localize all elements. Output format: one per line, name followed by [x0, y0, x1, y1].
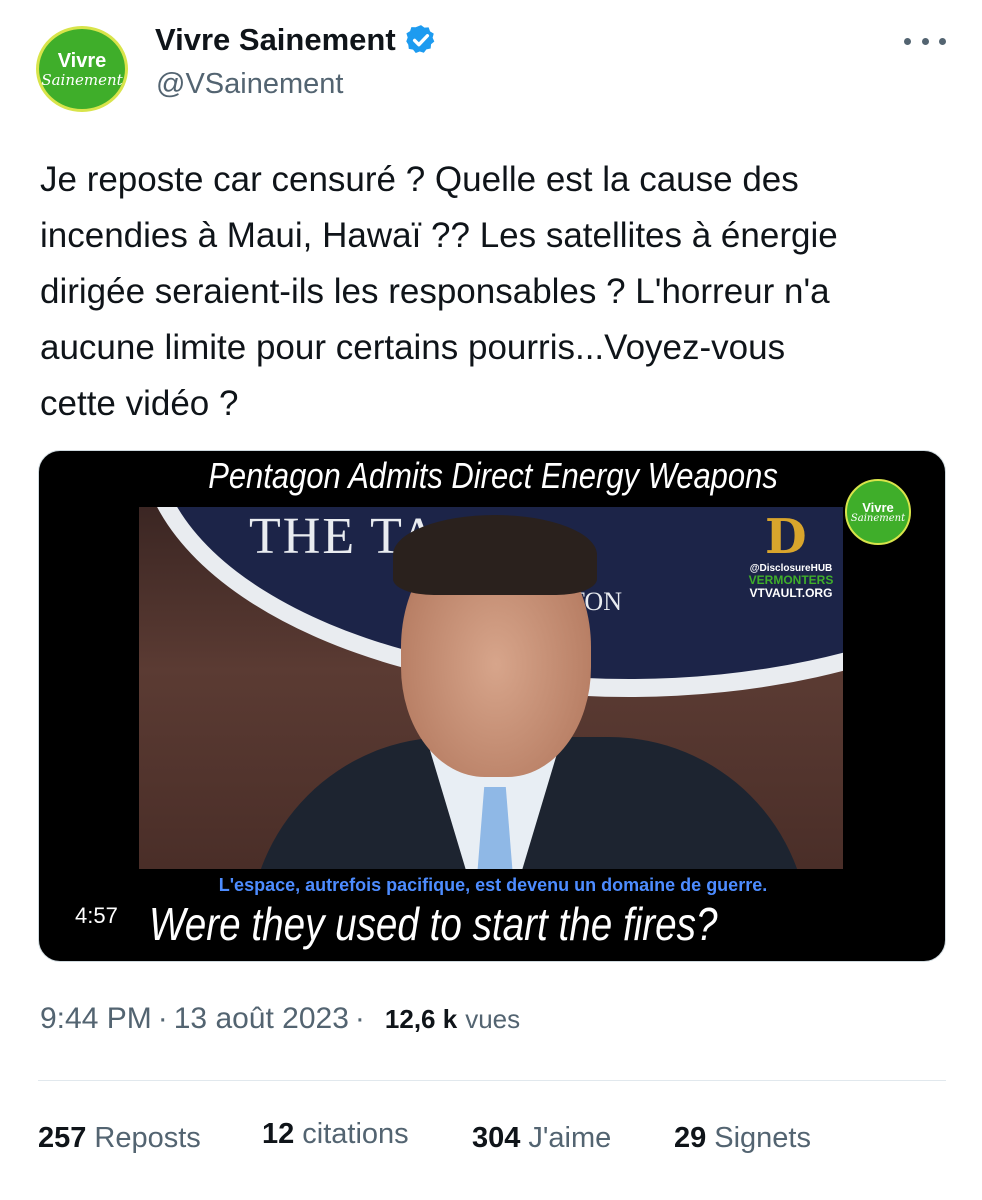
likes-count: 304 — [472, 1122, 521, 1154]
tweet-date[interactable]: 13 août 2023 — [174, 1002, 349, 1036]
quotes-label: citations — [302, 1118, 409, 1150]
verified-badge-icon — [405, 25, 434, 54]
dot-icon — [921, 37, 929, 45]
divider — [38, 1080, 946, 1081]
reposts-count: 257 — [38, 1122, 87, 1154]
views-label: vues — [465, 1004, 521, 1034]
quotes-count: 12 — [262, 1118, 295, 1150]
watermark-logo-line2: Sainement — [850, 512, 906, 524]
video-player[interactable]: THE TAGO TON Pentagon Admits Direct Ener… — [38, 450, 946, 962]
tweet-time[interactable]: 9:44 PM — [40, 1002, 152, 1036]
reposts-stat[interactable]: 257 Reposts — [38, 1122, 201, 1155]
watermark-credits: @DisclosureHUB VERMONTERS VTVAULT.ORG — [739, 563, 843, 600]
avatar[interactable]: Vivre Sainement — [36, 26, 128, 112]
bookmarks-label: Signets — [714, 1122, 811, 1154]
video-frame: THE TAGO TON — [139, 507, 843, 869]
tweet-meta: 9:44 PM · 13 août 2023 · 12,6 k vues — [40, 1002, 520, 1036]
video-caption: Were they used to start the fires? — [149, 898, 718, 950]
avatar-text-line1: Vivre — [57, 49, 107, 72]
video-title: Pentagon Admits Direct Energy Weapons — [208, 455, 778, 496]
watermark-logo: Vivre Sainement — [845, 479, 911, 545]
video-subtitle: L'espace, autrefois pacifique, est deven… — [218, 875, 768, 895]
likes-label: J'aime — [528, 1122, 612, 1154]
meta-separator: · — [157, 1002, 168, 1035]
bookmarks-count: 29 — [674, 1122, 707, 1154]
tweet-text: Je reposte car censuré ? Quelle est la c… — [40, 160, 838, 423]
meta-separator: · — [354, 1002, 365, 1035]
watermark-vault: VTVAULT.ORG — [749, 586, 833, 601]
account-name[interactable]: Vivre Sainement — [155, 22, 396, 58]
views-count[interactable]: 12,6 k — [385, 1004, 457, 1035]
avatar-text-line2: Sainement — [41, 70, 123, 89]
account-name-row[interactable]: Vivre Sainement — [155, 22, 438, 58]
watermark-logo-line1: Vivre — [862, 499, 894, 515]
dot-icon — [939, 37, 946, 45]
video-duration: 4:57 — [75, 903, 118, 928]
likes-stat[interactable]: 304 J'aime — [472, 1122, 611, 1155]
speaker-hair — [393, 515, 597, 595]
more-options-icon[interactable] — [904, 26, 946, 56]
reposts-label: Reposts — [94, 1122, 201, 1154]
quotes-stat[interactable]: 12 citations — [262, 1118, 409, 1151]
bookmarks-stat[interactable]: 29 Signets — [674, 1122, 811, 1155]
disclosure-logo: D — [765, 509, 807, 565]
dot-icon — [904, 37, 911, 45]
account-handle[interactable]: @VSainement — [156, 68, 343, 101]
